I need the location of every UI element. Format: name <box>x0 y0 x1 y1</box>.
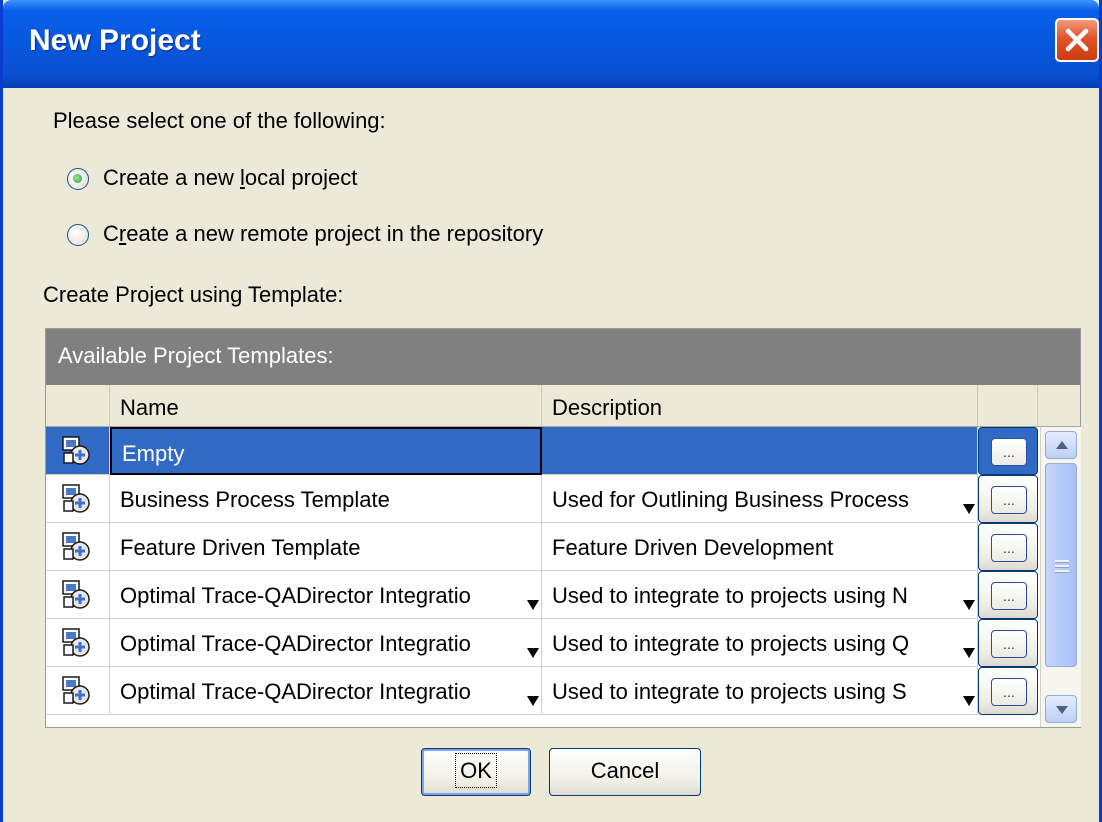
row-button-cell: ... <box>978 427 1038 475</box>
row-description: Used to integrate to projects using N <box>552 583 908 608</box>
column-header-name-label: Name <box>120 395 179 420</box>
ellipsis-button[interactable]: ... <box>991 486 1027 514</box>
row-description-cell[interactable]: Used for Outlining Business Process <box>542 475 978 523</box>
row-button-cell: ... <box>978 619 1038 667</box>
ellipsis-button[interactable]: ... <box>991 534 1027 562</box>
row-icon-cell <box>46 571 110 619</box>
row-description-cell[interactable] <box>542 427 978 475</box>
column-header-description[interactable]: Description <box>542 385 978 427</box>
option-local-label: Create a new local project <box>103 165 358 190</box>
ellipsis-button[interactable]: ... <box>991 678 1027 706</box>
row-name: Optimal Trace-QADirector Integratio <box>120 631 471 656</box>
truncated-arrow-icon <box>963 600 975 610</box>
template-label: Create Project using Template: <box>43 282 344 307</box>
table-row[interactable]: Optimal Trace-QADirector Integratio Used … <box>46 571 1038 619</box>
grid-caption: Available Project Templates: <box>46 329 1080 385</box>
template-icon <box>62 628 90 657</box>
row-description: Used to integrate to projects using S <box>552 679 907 704</box>
row-name-cell[interactable]: Business Process Template <box>110 475 542 523</box>
row-name: Optimal Trace-QADirector Integratio <box>120 679 471 704</box>
template-icon <box>62 532 90 561</box>
row-description-cell[interactable]: Used to integrate to projects using N <box>542 571 978 619</box>
templates-grid: Available Project Templates: Name Descri… <box>45 328 1081 728</box>
row-name: Optimal Trace-QADirector Integratio <box>120 583 471 608</box>
new-project-dialog: New Project Please select one of the fol… <box>0 0 1102 822</box>
row-icon-cell <box>46 619 110 667</box>
row-button-cell: ... <box>978 475 1038 523</box>
ellipsis-button[interactable]: ... <box>991 582 1027 610</box>
window-title: New Project <box>29 24 201 57</box>
row-name: Feature Driven Template <box>120 535 361 560</box>
column-header-description-label: Description <box>552 395 663 420</box>
ellipsis-button[interactable]: ... <box>991 438 1027 466</box>
prompt-label: Please select one of the following: <box>53 108 386 133</box>
vertical-scrollbar[interactable] <box>1040 427 1081 727</box>
template-icon <box>62 580 90 609</box>
template-icon <box>62 436 90 465</box>
truncated-arrow-icon <box>963 648 975 658</box>
row-description-cell[interactable]: Feature Driven Development <box>542 523 978 571</box>
row-button-cell: ... <box>978 667 1038 715</box>
row-name-cell[interactable]: Optimal Trace-QADirector Integratio <box>110 667 542 715</box>
row-icon-cell <box>46 475 110 523</box>
row-name-cell[interactable]: Empty <box>110 427 542 475</box>
table-row[interactable]: Optimal Trace-QADirector Integratio Used … <box>46 667 1038 715</box>
thumb-grip <box>1055 560 1069 563</box>
row-name: Empty <box>122 441 185 466</box>
truncated-arrow-icon <box>963 504 975 514</box>
close-button[interactable] <box>1055 18 1099 62</box>
thumb-grip <box>1055 565 1069 568</box>
table-row[interactable]: Feature Driven Template Feature Driven De… <box>46 523 1038 571</box>
row-description: Used for Outlining Business Process <box>552 487 910 512</box>
row-icon-cell <box>46 667 110 715</box>
table-row[interactable]: Optimal Trace-QADirector Integratio Used … <box>46 619 1038 667</box>
option-remote-label: Create a new remote project in the repos… <box>103 221 544 246</box>
row-icon-cell <box>46 427 110 475</box>
radio-remote-project[interactable] <box>67 224 89 246</box>
column-header-name[interactable]: Name <box>110 385 542 427</box>
grid-caption-text: Available Project Templates: <box>58 343 334 368</box>
table-row[interactable]: Empty... <box>46 427 1038 475</box>
scroll-up-button[interactable] <box>1045 431 1077 459</box>
cancel-label: Cancel <box>590 758 660 783</box>
thumb-grip <box>1055 570 1069 573</box>
template-icon <box>62 484 90 513</box>
scroll-down-button[interactable] <box>1045 695 1077 723</box>
row-button-cell: ... <box>978 523 1038 571</box>
column-header-spacer <box>1038 385 1080 427</box>
title-bar[interactable]: New Project <box>3 0 1099 88</box>
close-icon <box>1065 28 1089 52</box>
column-header-icon <box>46 385 110 427</box>
dialog-body: Please select one of the following: Crea… <box>3 88 1099 822</box>
scroll-thumb[interactable] <box>1045 463 1077 667</box>
truncated-arrow-icon <box>963 696 975 706</box>
template-icon <box>62 676 90 705</box>
cancel-button[interactable]: Cancel <box>549 748 701 796</box>
row-description-cell[interactable]: Used to integrate to projects using S <box>542 667 978 715</box>
ok-button[interactable]: OK <box>421 748 531 796</box>
ellipsis-button[interactable]: ... <box>991 630 1027 658</box>
row-name-cell[interactable]: Optimal Trace-QADirector Integratio <box>110 619 542 667</box>
row-icon-cell <box>46 523 110 571</box>
radio-local-project[interactable] <box>67 168 89 190</box>
truncated-arrow-icon <box>527 600 539 610</box>
row-description: Used to integrate to projects using Q <box>552 631 910 656</box>
row-description-cell[interactable]: Used to integrate to projects using Q <box>542 619 978 667</box>
truncated-arrow-icon <box>527 696 539 706</box>
ok-label: OK <box>455 753 497 788</box>
row-name: Business Process Template <box>120 487 390 512</box>
column-header-button <box>978 385 1038 427</box>
table-row[interactable]: Business Process Template Used for Outlin… <box>46 475 1038 523</box>
row-name-cell[interactable]: Optimal Trace-QADirector Integratio <box>110 571 542 619</box>
row-name-cell[interactable]: Feature Driven Template <box>110 523 542 571</box>
row-button-cell: ... <box>978 571 1038 619</box>
row-description: Feature Driven Development <box>552 535 834 560</box>
truncated-arrow-icon <box>527 648 539 658</box>
